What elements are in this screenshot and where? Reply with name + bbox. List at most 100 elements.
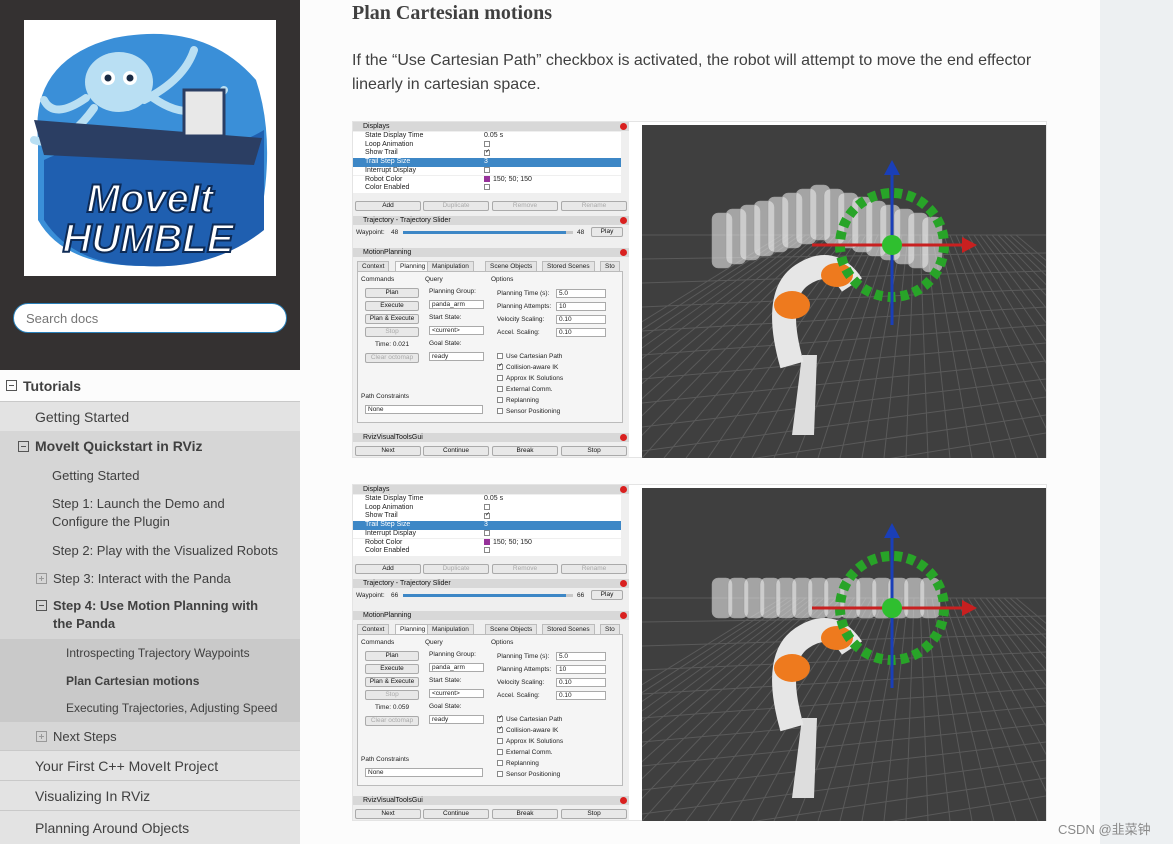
property-row[interactable]: Trail Step Size 3 — [353, 521, 621, 530]
property-row[interactable]: State Display Time 0.05 s — [353, 132, 621, 141]
plan-execute-button[interactable]: Plan & Execute — [365, 677, 419, 687]
close-icon[interactable] — [620, 580, 627, 587]
break-button[interactable]: Break — [492, 446, 558, 456]
break-button[interactable]: Break — [492, 809, 558, 819]
accel-input[interactable]: 0.10 — [556, 328, 606, 337]
search-input[interactable] — [13, 303, 287, 333]
robot-scene[interactable] — [421, 488, 1173, 844]
option-checkbox[interactable]: External Comm. — [497, 386, 553, 393]
velocity-input[interactable]: 0.10 — [556, 678, 606, 687]
property-row[interactable]: Robot Color 150; 50; 150 — [353, 538, 621, 548]
tab-0[interactable]: Context — [357, 261, 390, 271]
checkbox-icon[interactable] — [497, 408, 503, 415]
waypoint-slider[interactable] — [403, 231, 573, 234]
next-button[interactable]: Next — [355, 809, 421, 819]
execute-button[interactable]: Execute — [365, 664, 419, 674]
plan-button[interactable]: Plan — [365, 651, 419, 661]
checkbox-icon[interactable] — [484, 166, 490, 173]
tab-4[interactable]: Stored Scenes — [542, 624, 595, 634]
nav-introspecting[interactable]: Introspecting Trajectory Waypoints — [0, 639, 300, 667]
close-icon[interactable] — [620, 217, 627, 224]
path-constraints-select[interactable]: None — [365, 405, 483, 414]
tab-0[interactable]: Context — [357, 624, 390, 634]
goal-state-select[interactable]: ready — [429, 352, 484, 361]
close-icon[interactable] — [620, 434, 627, 441]
checkbox-icon[interactable] — [484, 511, 490, 519]
remove-button[interactable]: Remove — [492, 564, 558, 574]
path-constraints-select[interactable]: None — [365, 768, 483, 777]
option-checkbox[interactable]: Sensor Positioning — [497, 771, 560, 778]
remove-button[interactable]: Remove — [492, 201, 558, 211]
stop2-button[interactable]: Stop — [561, 446, 627, 456]
rviz-3d-view[interactable] — [421, 488, 1173, 844]
duplicate-button[interactable]: Duplicate — [423, 564, 489, 574]
property-row[interactable]: Color Enabled — [353, 184, 621, 193]
nav-step4[interactable]: Step 4: Use Motion Planning with the Pan… — [0, 592, 300, 639]
option-checkbox[interactable]: Approx IK Solutions — [497, 738, 563, 745]
collapse-icon[interactable] — [36, 600, 47, 611]
property-row[interactable]: Robot Color 150; 50; 150 — [353, 175, 621, 185]
option-checkbox[interactable]: Replanning — [497, 760, 539, 767]
rename-button[interactable]: Rename — [561, 564, 627, 574]
expand-icon[interactable] — [36, 572, 47, 584]
option-checkbox[interactable]: Collision-aware IK — [497, 725, 558, 734]
nav-step2[interactable]: Step 2: Play with the Visualized Robots — [0, 536, 300, 564]
checkbox-icon[interactable] — [497, 749, 503, 756]
nav-qs-getting-started[interactable]: Getting Started — [0, 461, 300, 489]
checkbox-icon[interactable] — [497, 386, 503, 393]
tab-5[interactable]: Sto — [600, 624, 620, 634]
checkbox-icon[interactable] — [497, 353, 503, 360]
close-icon[interactable] — [620, 612, 627, 619]
option-checkbox[interactable]: Sensor Positioning — [497, 408, 560, 415]
add-button[interactable]: Add — [355, 201, 421, 211]
next-button[interactable]: Next — [355, 446, 421, 456]
nav-getting-started[interactable]: Getting Started — [0, 401, 300, 431]
checkbox-icon[interactable] — [497, 375, 503, 382]
plan-button[interactable]: Plan — [365, 288, 419, 298]
collapse-icon[interactable] — [6, 380, 17, 391]
accel-input[interactable]: 0.10 — [556, 691, 606, 700]
property-row[interactable]: Color Enabled — [353, 547, 621, 556]
nav-quickstart[interactable]: MoveIt Quickstart in RViz — [0, 431, 300, 461]
checkbox-icon[interactable] — [497, 760, 503, 767]
property-row[interactable]: Trail Step Size 3 — [353, 158, 621, 167]
planning_time-input[interactable]: 5.0 — [556, 652, 606, 661]
close-icon[interactable] — [620, 249, 627, 256]
clear-octomap-button[interactable]: Clear octomap — [365, 353, 419, 363]
option-checkbox[interactable]: Use Cartesian Path — [497, 714, 562, 723]
planning_attempts-input[interactable]: 10 — [556, 665, 606, 674]
planning-group-select[interactable]: panda_arm — [429, 663, 484, 672]
close-icon[interactable] — [620, 797, 627, 804]
close-icon[interactable] — [620, 123, 627, 130]
planning_time-input[interactable]: 5.0 — [556, 289, 606, 298]
nav-tutorials[interactable]: Tutorials — [0, 370, 300, 401]
goal-state-select[interactable]: ready — [429, 715, 484, 724]
option-checkbox[interactable]: Use Cartesian Path — [497, 353, 562, 360]
planning_attempts-input[interactable]: 10 — [556, 302, 606, 311]
checkbox-icon[interactable] — [497, 771, 503, 778]
tab-2[interactable]: Manipulation — [427, 261, 474, 271]
property-row[interactable]: State Display Time 0.05 s — [353, 495, 621, 504]
tab-5[interactable]: Sto — [600, 261, 620, 271]
robot-scene[interactable] — [421, 125, 1173, 500]
add-button[interactable]: Add — [355, 564, 421, 574]
nav-executing[interactable]: Executing Trajectories, Adjusting Speed — [0, 694, 300, 722]
execute-button[interactable]: Execute — [365, 301, 419, 311]
checkbox-icon[interactable] — [484, 503, 490, 510]
nav-step1[interactable]: Step 1: Launch the Demo and Configure th… — [0, 489, 300, 536]
rename-button[interactable]: Rename — [561, 201, 627, 211]
stop2-button[interactable]: Stop — [561, 809, 627, 819]
nav-first-cpp[interactable]: Your First C++ MoveIt Project — [0, 750, 300, 780]
property-row[interactable]: Interrupt Display — [353, 166, 621, 176]
checkbox-icon[interactable] — [484, 547, 490, 554]
rviz-3d-view[interactable] — [421, 125, 1173, 500]
property-row[interactable]: Show Trail — [353, 511, 621, 522]
tab-1[interactable]: Planning — [395, 261, 431, 271]
nav-visualizing[interactable]: Visualizing In RViz — [0, 780, 300, 810]
continue-button[interactable]: Continue — [423, 446, 489, 456]
checkbox-icon[interactable] — [497, 738, 503, 745]
stop-button[interactable]: Stop — [365, 690, 419, 700]
checkbox-icon[interactable] — [484, 529, 490, 536]
tab-4[interactable]: Stored Scenes — [542, 261, 595, 271]
close-icon[interactable] — [620, 486, 627, 493]
